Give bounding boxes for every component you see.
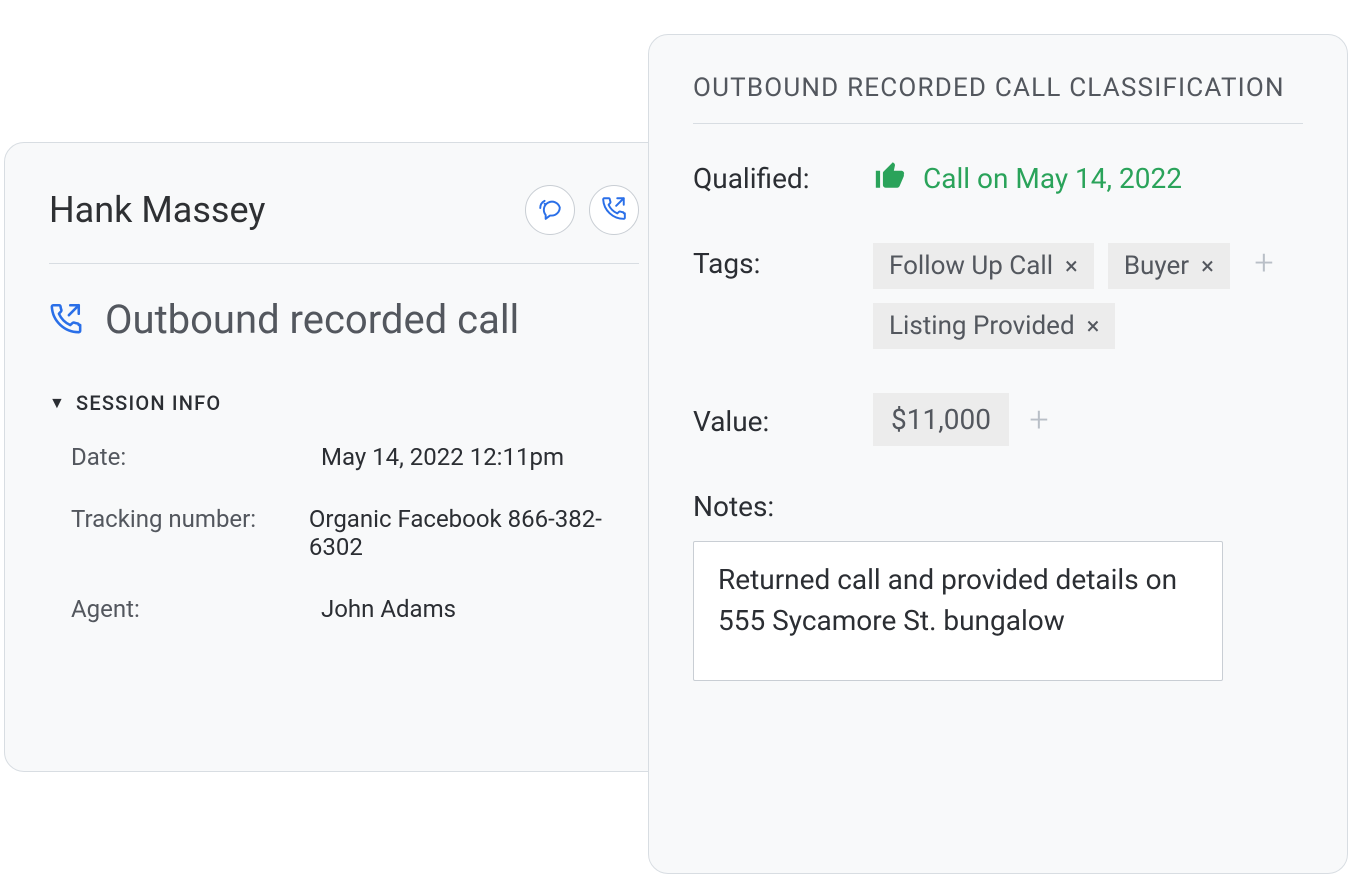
remove-tag-icon[interactable]: ×: [1087, 314, 1100, 338]
tags-row: Tags: Follow Up Call × Buyer × + Listing…: [693, 243, 1303, 349]
tags-label: Tags:: [693, 243, 873, 280]
tag-label: Listing Provided: [889, 311, 1075, 341]
contact-header: Hank Massey: [49, 185, 639, 264]
call-title: Outbound recorded call: [105, 296, 519, 343]
add-tag-button[interactable]: +: [1244, 243, 1284, 283]
remove-tag-icon[interactable]: ×: [1201, 254, 1214, 278]
qualified-row: Qualified: Call on May 14, 2022: [693, 158, 1303, 199]
message-button[interactable]: [525, 185, 575, 235]
session-row-date: Date: May 14, 2022 12:11pm: [71, 443, 639, 471]
call-session-card: Hank Massey: [4, 142, 684, 772]
phone-outgoing-icon: [49, 301, 83, 339]
tag-label: Buyer: [1124, 251, 1189, 281]
session-info-label: SESSION INFO: [76, 391, 221, 415]
classification-title: OUTBOUND RECORDED CALL CLASSIFICATION: [693, 73, 1303, 124]
plus-icon: +: [1029, 400, 1048, 440]
qualified-label: Qualified:: [693, 158, 873, 195]
value-label: Value:: [693, 401, 873, 438]
caret-down-icon: ▼: [49, 393, 66, 413]
notes-textarea[interactable]: [693, 541, 1223, 681]
phone-outgoing-icon: [601, 195, 627, 225]
session-date-label: Date:: [71, 443, 321, 471]
session-info-rows: Date: May 14, 2022 12:11pm Tracking numb…: [49, 443, 639, 623]
session-tracking-value: Organic Facebook 866-382-6302: [309, 505, 639, 561]
session-tracking-label: Tracking number:: [71, 505, 309, 561]
thumbs-up-icon: [873, 158, 907, 199]
plus-icon: +: [1254, 243, 1273, 283]
call-button[interactable]: [589, 185, 639, 235]
classification-card: OUTBOUND RECORDED CALL CLASSIFICATION Qu…: [648, 34, 1348, 874]
value-chip[interactable]: $11,000: [873, 393, 1009, 446]
contact-action-buttons: [525, 185, 639, 235]
chat-icon: [537, 195, 563, 225]
session-date-value: May 14, 2022 12:11pm: [321, 443, 564, 471]
tag-label: Follow Up Call: [889, 251, 1053, 281]
call-title-row: Outbound recorded call: [49, 296, 639, 343]
tag-chip[interactable]: Follow Up Call ×: [873, 243, 1094, 289]
value-amount: $11,000: [891, 403, 991, 436]
remove-tag-icon[interactable]: ×: [1065, 254, 1078, 278]
contact-name: Hank Massey: [49, 189, 265, 231]
session-agent-label: Agent:: [71, 595, 321, 623]
session-agent-value: John Adams: [321, 595, 456, 623]
tags-container: Follow Up Call × Buyer × + Listing Provi…: [873, 243, 1293, 349]
tag-chip[interactable]: Buyer ×: [1108, 243, 1230, 289]
notes-section: Notes:: [693, 490, 1303, 685]
qualified-value[interactable]: Call on May 14, 2022: [873, 158, 1182, 199]
value-row: Value: $11,000 +: [693, 393, 1303, 446]
notes-label: Notes:: [693, 490, 1303, 523]
session-row-agent: Agent: John Adams: [71, 595, 639, 623]
qualified-text: Call on May 14, 2022: [923, 162, 1182, 195]
session-info-toggle[interactable]: ▼ SESSION INFO: [49, 391, 639, 415]
tag-chip[interactable]: Listing Provided ×: [873, 303, 1115, 349]
add-value-button[interactable]: +: [1019, 400, 1059, 440]
session-row-tracking: Tracking number: Organic Facebook 866-38…: [71, 505, 639, 561]
